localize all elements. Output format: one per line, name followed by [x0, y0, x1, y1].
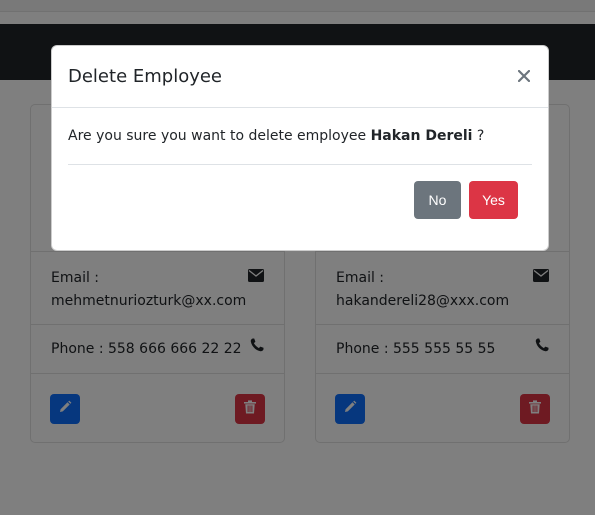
confirm-message-suffix: ? [476, 128, 485, 144]
modal-header: Delete Employee [52, 46, 548, 108]
yes-button[interactable]: Yes [469, 181, 518, 219]
close-button[interactable] [514, 66, 534, 86]
delete-employee-modal: Delete Employee Are you sure you want to… [51, 45, 549, 251]
employee-name: Hakan Dereli [370, 128, 473, 144]
no-button[interactable]: No [414, 181, 461, 219]
close-icon [517, 67, 531, 86]
modal-body: Are you sure you want to delete employee… [68, 126, 532, 146]
confirm-message: Are you sure you want to delete employee [68, 128, 367, 144]
modal-title: Delete Employee [68, 66, 223, 87]
modal-divider [68, 164, 532, 165]
